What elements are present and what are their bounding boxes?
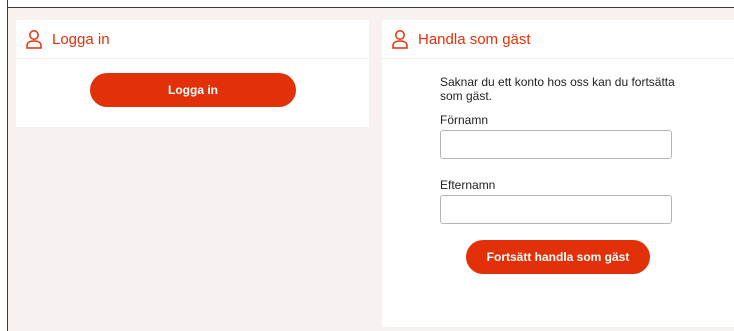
first-name-label: Förnamn — [440, 113, 489, 127]
login-panel-title: Logga in — [52, 30, 110, 48]
guest-panel-title: Handla som gäst — [418, 30, 531, 48]
user-icon — [25, 29, 43, 49]
first-name-field[interactable] — [440, 130, 672, 159]
login-button[interactable]: Logga in — [90, 73, 296, 107]
guest-panel: Handla som gäst Saknar du ett konto hos … — [382, 20, 734, 327]
window-frame-top — [0, 0, 734, 8]
login-panel-header: Logga in — [16, 20, 369, 59]
guest-intro-text: Saknar du ett konto hos oss kan du forts… — [440, 75, 675, 103]
login-panel: Logga in Logga in — [16, 20, 369, 127]
last-name-label: Efternamn — [440, 178, 496, 192]
last-name-field[interactable] — [440, 195, 672, 224]
user-icon — [391, 29, 409, 49]
window-frame-left — [0, 0, 8, 331]
guest-panel-header: Handla som gäst — [382, 20, 734, 59]
continue-as-guest-button[interactable]: Fortsätt handla som gäst — [466, 240, 650, 274]
